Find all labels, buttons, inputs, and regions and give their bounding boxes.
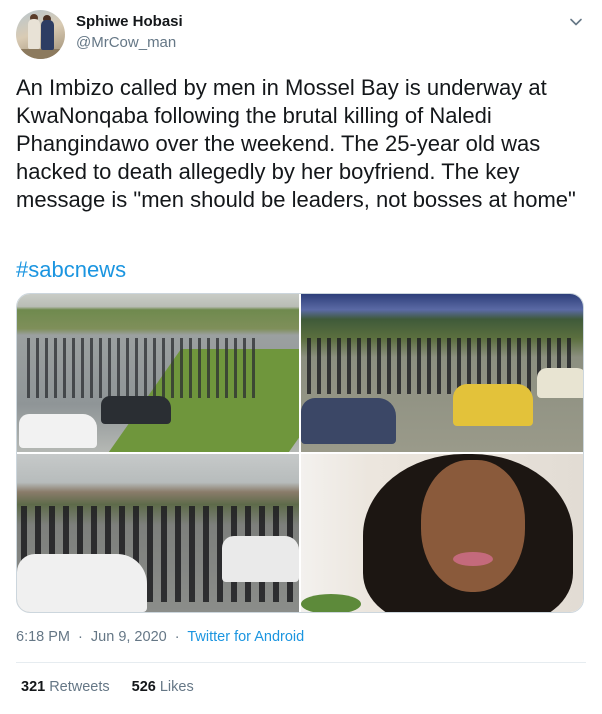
media-grid [16, 293, 584, 613]
display-name[interactable]: Sphiwe Hobasi [76, 13, 183, 30]
likes-count: 526 [131, 679, 156, 695]
divider [16, 662, 586, 663]
photo-crowd-buildings[interactable] [17, 454, 299, 612]
likes-label: Likes [159, 679, 194, 695]
likes-stat[interactable]: 526 Likes [132, 679, 194, 695]
user-handle[interactable]: @MrCow_man [76, 34, 176, 51]
photo-crowd-dusk[interactable] [301, 294, 583, 452]
meta-separator: · [78, 629, 83, 645]
tweet-stats: 321 Retweets 526 Likes [21, 679, 216, 695]
tweet-meta: 6:18 PM · Jun 9, 2020 · Twitter for Andr… [16, 629, 304, 645]
retweets-label: Retweets [49, 679, 110, 695]
photo-portrait[interactable] [301, 454, 583, 612]
tweet-card: Sphiwe Hobasi @MrCow_man An Imbizo calle… [0, 0, 602, 714]
retweets-count: 321 [21, 679, 46, 695]
chevron-down-icon[interactable] [568, 14, 584, 30]
tweet-text: An Imbizo called by men in Mossel Bay is… [16, 75, 576, 212]
hashtag-link[interactable]: #sabcnews [16, 256, 126, 284]
tweet-source-link[interactable]: Twitter for Android [187, 629, 304, 645]
tweet-date[interactable]: Jun 9, 2020 [91, 629, 167, 645]
meta-separator: · [174, 629, 180, 645]
photo-crowd-parking-lot[interactable] [17, 294, 299, 452]
avatar[interactable] [16, 10, 65, 59]
retweets-stat[interactable]: 321 Retweets [21, 679, 110, 695]
tweet-time[interactable]: 6:18 PM [16, 629, 70, 645]
